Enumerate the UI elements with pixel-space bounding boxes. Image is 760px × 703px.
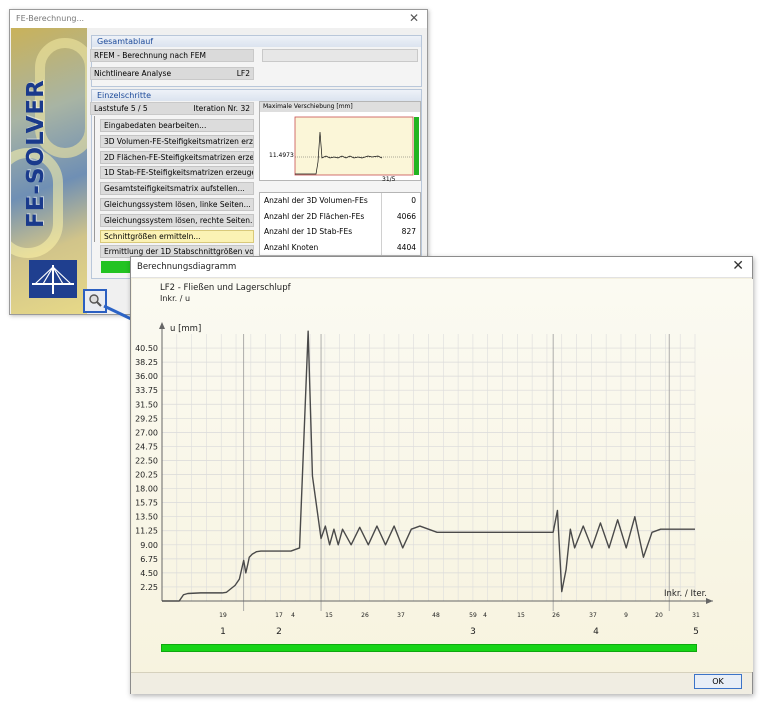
y-tick-label: 11.25: [135, 527, 158, 536]
load-step-label: 4: [593, 627, 599, 637]
ok-button[interactable]: OK: [694, 674, 742, 689]
displacement-chart: 2.25 4.50 6.75 9.00 11.25 13.50 15.75 18.00 20.2…: [135, 322, 713, 637]
y-tick-label: 31.50: [135, 400, 158, 409]
x-minor-tick-label: 17: [275, 612, 283, 619]
y-tick-label: 33.75: [135, 386, 158, 395]
x-minor-tick-label: 19: [219, 612, 227, 619]
x-minor-tick-label: 59: [469, 612, 477, 619]
x-minor-tick-label: 26: [552, 612, 560, 619]
y-axis-label: u [mm]: [170, 324, 201, 334]
x-minor-tick-label: 20: [655, 612, 663, 619]
x-minor-tick-label: 4: [291, 612, 295, 619]
y-tick-label: 13.50: [135, 513, 158, 522]
x-minor-tick-label: 15: [325, 612, 333, 619]
x-minor-tick-label: 48: [432, 612, 440, 619]
x-minor-tick-label: 37: [589, 612, 597, 619]
y-tick-label: 20.25: [135, 471, 158, 480]
x-axis-label: Inkr. / Iter.: [664, 589, 707, 599]
x-minor-tick-label: 15: [517, 612, 525, 619]
y-tick-label: 24.75: [135, 442, 158, 451]
y-tick-label: 15.75: [135, 499, 158, 508]
y-tick-label: 9.00: [140, 541, 158, 550]
load-step-label: 5: [693, 627, 699, 637]
load-step-label: 1: [220, 627, 226, 637]
x-minor-tick-label: 26: [361, 612, 369, 619]
y-tick-label: 36.00: [135, 372, 158, 381]
y-tick-label: 22.50: [135, 456, 158, 465]
y-tick-label: 38.25: [135, 358, 158, 367]
y-tick-label: 40.50: [135, 344, 158, 353]
x-minor-tick-label: 37: [397, 612, 405, 619]
x-minor-tick-label: 4: [483, 612, 487, 619]
y-tick-label: 4.50: [140, 569, 158, 578]
y-tick-label: 6.75: [140, 555, 158, 564]
load-step-label: 3: [470, 627, 476, 637]
load-step-label: 2: [276, 627, 282, 637]
diagram-footer: [131, 672, 752, 694]
y-axis-arrow-icon: [159, 322, 165, 329]
x-axis-arrow-icon: [706, 598, 713, 604]
y-tick-label: 27.00: [135, 428, 158, 437]
y-tick-label: 18.00: [135, 485, 158, 494]
x-minor-tick-label: 31: [692, 612, 700, 619]
y-tick-label: 29.25: [135, 414, 158, 423]
diagram-progress-bar: [161, 644, 697, 652]
y-tick-label: 2.25: [140, 583, 158, 592]
x-minor-tick-label: 9: [624, 612, 628, 619]
